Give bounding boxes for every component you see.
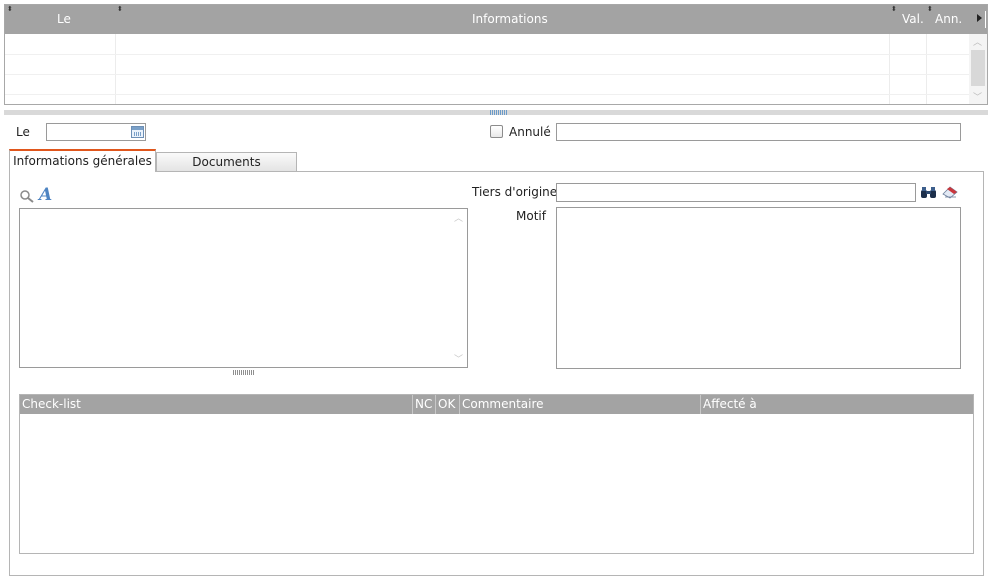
column-header-commentaire[interactable]: Commentaire: [460, 395, 544, 414]
sort-marker-icon: ⬍: [117, 5, 123, 13]
column-chooser-icon[interactable]: [977, 14, 982, 22]
scroll-up-icon[interactable]: ︿: [454, 211, 463, 224]
header-divider: [985, 11, 986, 28]
search-icon[interactable]: [19, 189, 35, 203]
annule-checkbox[interactable]: [490, 125, 503, 138]
sort-marker-icon: ⬍: [7, 5, 13, 13]
column-header-le[interactable]: Le: [57, 5, 71, 34]
sort-marker-icon: ⬍: [891, 5, 897, 13]
column-header-checklist[interactable]: Check-list: [20, 395, 81, 414]
le-label: Le: [16, 125, 30, 139]
scrollbar-thumb[interactable]: [971, 50, 985, 86]
eraser-icon[interactable]: [941, 185, 959, 199]
annule-reason-field[interactable]: [556, 123, 961, 141]
calendar-icon[interactable]: [131, 126, 144, 138]
resize-grip-icon[interactable]: [233, 370, 255, 375]
tiers-origine-field[interactable]: [556, 183, 916, 202]
row-divider: [5, 74, 969, 75]
font-style-icon[interactable]: A: [39, 186, 52, 204]
row-divider: [5, 54, 969, 55]
column-header-ok[interactable]: OK: [436, 395, 455, 414]
motif-text-area[interactable]: [556, 207, 961, 369]
annule-label: Annulé: [509, 125, 551, 139]
motif-label: Motif: [516, 209, 546, 223]
tab-documents[interactable]: Documents: [156, 152, 297, 171]
binoculars-icon[interactable]: [920, 185, 938, 199]
column-header-ann[interactable]: Ann.: [935, 5, 962, 34]
row-divider: [5, 94, 969, 95]
sort-marker-icon: ⬍: [927, 5, 933, 13]
tab-informations-generales[interactable]: Informations générales: [9, 149, 156, 172]
tiers-origine-label: Tiers d'origine: [472, 185, 558, 199]
column-header-val[interactable]: Val.: [902, 5, 924, 34]
checklist-header: Check-list NC OK Commentaire Affecté à: [20, 395, 973, 414]
le-date-field[interactable]: [46, 123, 146, 141]
checklist-grid[interactable]: Check-list NC OK Commentaire Affecté à: [19, 394, 974, 554]
column-header-affecte[interactable]: Affecté à: [701, 395, 757, 414]
top-grid[interactable]: ⬍ Le ⬍ Informations ⬍ Val. ⬍ Ann. ︿ ﹀: [4, 4, 988, 105]
scroll-down-icon[interactable]: ﹀: [973, 90, 982, 103]
scroll-down-icon[interactable]: ﹀: [454, 352, 463, 365]
splitter-grip-icon[interactable]: [490, 110, 508, 115]
top-grid-scrollbar[interactable]: ︿ ﹀: [969, 34, 987, 104]
column-header-informations[interactable]: Informations: [472, 5, 548, 34]
scroll-up-icon[interactable]: ︿: [973, 35, 982, 48]
general-text-area[interactable]: ︿ ﹀: [19, 208, 468, 368]
panel-splitter[interactable]: [4, 110, 988, 115]
column-header-nc[interactable]: NC: [413, 395, 432, 414]
top-grid-header: ⬍ Le ⬍ Informations ⬍ Val. ⬍ Ann.: [5, 5, 987, 34]
